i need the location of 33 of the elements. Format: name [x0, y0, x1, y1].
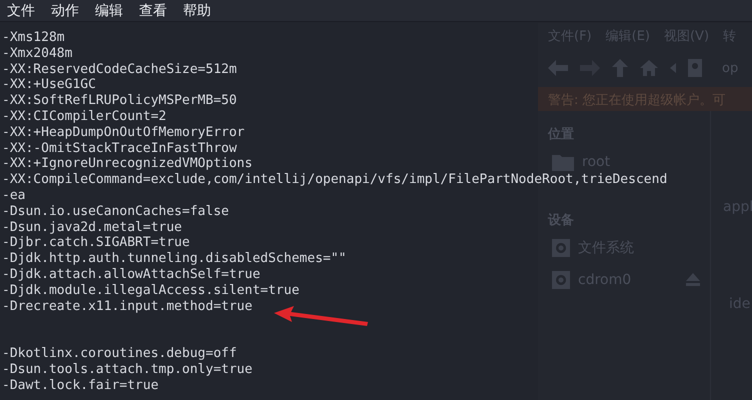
- drive-icon[interactable]: [688, 59, 702, 77]
- terminal-line: -Xmx2048m: [1, 46, 72, 62]
- menu-item[interactable]: 帮助: [182, 2, 212, 20]
- menu-item[interactable]: 文件: [6, 2, 36, 20]
- terminal-line: -Dawt.lock.fair=true: [1, 378, 159, 394]
- terminal-line: -Dsun.io.useCanonCaches=false: [1, 204, 229, 220]
- eject-icon[interactable]: [686, 273, 700, 287]
- back-arrow-icon[interactable]: [548, 60, 568, 76]
- menu-item[interactable]: 动作: [50, 2, 80, 20]
- up-arrow-icon[interactable]: [612, 59, 628, 77]
- terminal-line: -XX:+HeapDumpOnOutOfMemoryError: [1, 124, 245, 141]
- chevron-left-icon[interactable]: [670, 63, 676, 73]
- terminal-line: -XX:SoftRefLRUPolicyMSPerMB=50: [1, 93, 237, 109]
- menu-item[interactable]: 查看: [138, 2, 168, 20]
- terminal-line: -Xms128m: [1, 30, 65, 46]
- terminal-line: -Djdk.attach.allowAttachSelf=true: [1, 266, 260, 283]
- terminal-line: -Djdk.http.auth.tunneling.disabledSchemes="": [1, 251, 346, 267]
- terminal-line: -XX:-OmitStackTraceInFastThrow: [1, 140, 237, 156]
- terminal-line: -Djdk.module.illegalAccess.silent=true: [1, 282, 300, 299]
- terminal-line: -XX:CICompilerCount=2: [1, 108, 166, 125]
- menu-item[interactable]: 编辑: [94, 2, 124, 20]
- terminal-line: -ea: [1, 188, 26, 204]
- terminal-line: -XX:+UseG1GC: [1, 77, 96, 94]
- home-icon[interactable]: [640, 60, 658, 76]
- terminal-line: -Drecreate.x11.input.method=true: [1, 298, 252, 314]
- terminal-line: -XX:ReservedCodeCacheSize=512m: [1, 62, 237, 78]
- terminal-line: -Djbr.catch.SIGABRT=true: [1, 235, 190, 252]
- terminal-line: -Dsun.java2d.metal=true: [1, 220, 182, 236]
- terminal-line: -XX:+IgnoreUnrecognizedVMOptions: [1, 156, 252, 172]
- folder-icon: [552, 153, 574, 171]
- terminal-line: -Dsun.tools.attach.tmp.only=true: [1, 362, 252, 378]
- terminal-line: -Dkotlinx.coroutines.debug=off: [1, 346, 237, 362]
- terminal-line: -XX:CompileCommand=exclude,com/intellij/openapi/vfs/impl/FilePartNodeRoot,trieDescend: [1, 172, 668, 188]
